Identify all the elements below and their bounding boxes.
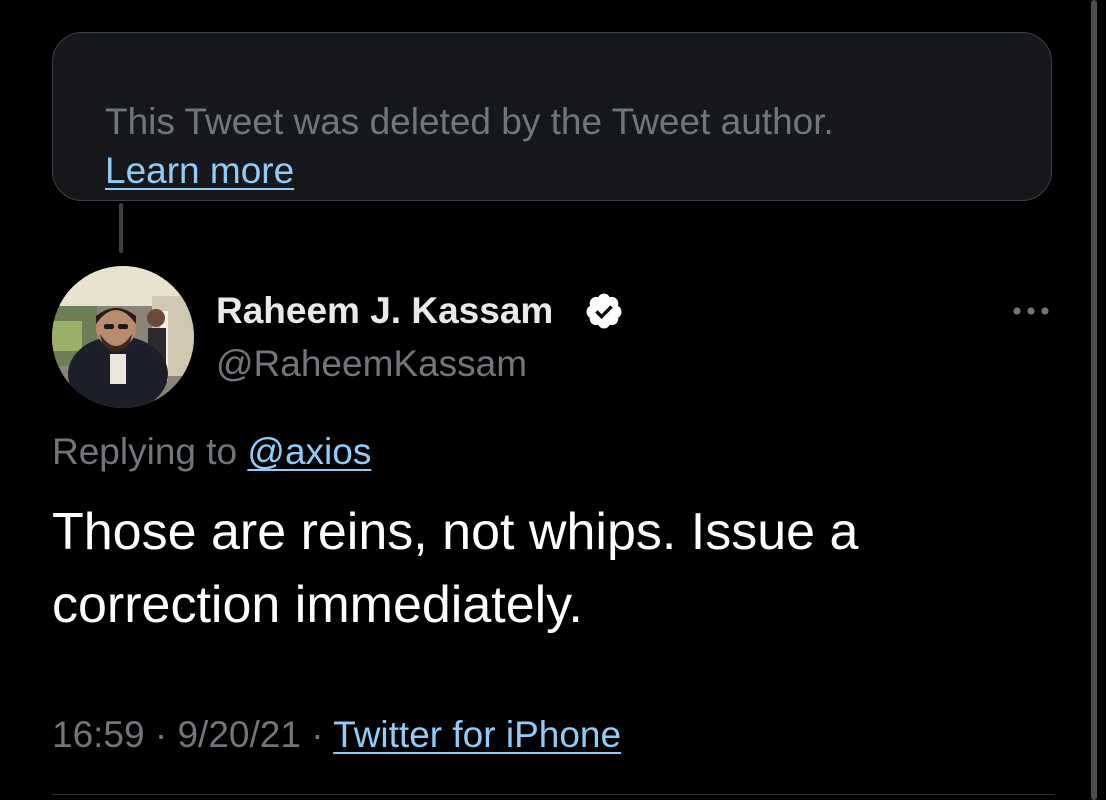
profile-photo-icon — [52, 266, 194, 408]
meta-separator: · — [144, 714, 178, 755]
tweet-date[interactable]: 9/20/21 — [177, 714, 300, 755]
tweet-time[interactable]: 16:59 — [52, 714, 145, 755]
verified-badge-icon — [586, 293, 622, 329]
avatar[interactable] — [52, 266, 194, 408]
deleted-tweet-card: This Tweet was deleted by the Tweet auth… — [52, 32, 1052, 201]
author-handle[interactable]: @RaheemKassam — [216, 340, 527, 388]
author-display-name[interactable]: Raheem J. Kassam — [216, 287, 553, 335]
learn-more-link[interactable]: Learn more — [105, 146, 294, 196]
replying-to-label: Replying to — [52, 431, 248, 472]
scrollbar[interactable] — [1091, 0, 1097, 800]
deleted-notice-text: This Tweet was deleted by the Tweet auth… — [105, 101, 834, 142]
tweet-meta: 16:59 · 9/20/21 · Twitter for iPhone — [52, 711, 621, 759]
reply-to-handle-link[interactable]: @axios — [247, 431, 371, 472]
replying-to-line: Replying to @axios — [52, 428, 371, 476]
tweet-source-link[interactable]: Twitter for iPhone — [333, 714, 621, 755]
tweet-text: Those are reins, not whips. Issue a corr… — [52, 503, 859, 634]
divider — [52, 794, 1055, 795]
tweet-detail-page: This Tweet was deleted by the Tweet auth… — [0, 0, 1106, 800]
more-options-icon[interactable] — [1007, 296, 1055, 326]
thread-connector-line — [119, 203, 123, 253]
meta-separator: · — [300, 714, 334, 755]
